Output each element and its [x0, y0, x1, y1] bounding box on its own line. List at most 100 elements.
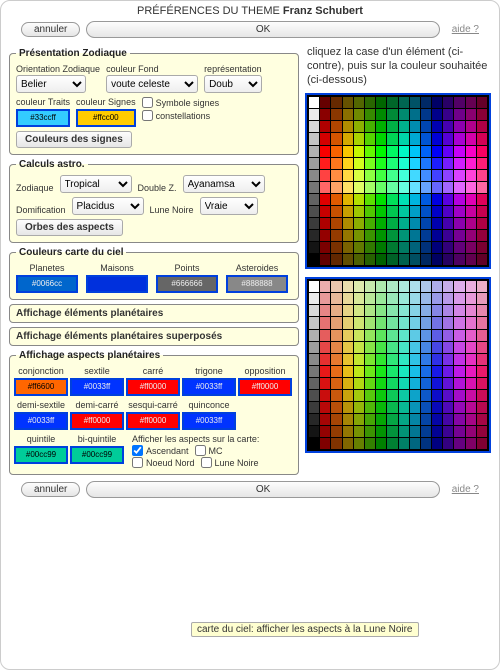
- palette-cell[interactable]: [432, 342, 442, 353]
- palette-cell[interactable]: [454, 402, 464, 413]
- orbes-button[interactable]: Orbes des aspects: [16, 219, 123, 236]
- palette-cell[interactable]: [309, 293, 319, 304]
- superposed-elements-banner[interactable]: Affichage éléments planétaires superposé…: [9, 327, 299, 346]
- palette-cell[interactable]: [343, 342, 353, 353]
- palette-cell[interactable]: [410, 121, 420, 132]
- palette-cell[interactable]: [399, 146, 409, 157]
- aspect-swatch[interactable]: #0033ff: [14, 412, 68, 430]
- palette-cell[interactable]: [421, 305, 431, 316]
- constellations-checkbox-row[interactable]: constellations: [142, 110, 220, 121]
- palette-cell[interactable]: [331, 281, 341, 292]
- palette-cell[interactable]: [399, 378, 409, 389]
- palette-cell[interactable]: [443, 242, 453, 253]
- palette-cell[interactable]: [410, 438, 420, 449]
- palette-cell[interactable]: [343, 242, 353, 253]
- palette-cell[interactable]: [320, 317, 330, 328]
- palette-cell[interactable]: [410, 354, 420, 365]
- palette-cell[interactable]: [320, 254, 330, 265]
- palette-cell[interactable]: [354, 218, 364, 229]
- palette-cell[interactable]: [376, 158, 386, 169]
- palette-cell[interactable]: [343, 170, 353, 181]
- palette-cell[interactable]: [320, 366, 330, 377]
- palette-cell[interactable]: [432, 206, 442, 217]
- cancel-button-bottom[interactable]: annuler: [21, 482, 80, 497]
- palette-cell[interactable]: [477, 121, 487, 132]
- palette-cell[interactable]: [387, 366, 397, 377]
- palette-cell[interactable]: [443, 194, 453, 205]
- palette-cell[interactable]: [365, 158, 375, 169]
- palette-cell[interactable]: [365, 342, 375, 353]
- palette-cell[interactable]: [421, 342, 431, 353]
- cancel-button[interactable]: annuler: [21, 22, 80, 37]
- palette-cell[interactable]: [466, 378, 476, 389]
- palette-cell[interactable]: [399, 438, 409, 449]
- palette-cell[interactable]: [477, 293, 487, 304]
- palette-cell[interactable]: [331, 390, 341, 401]
- palette-cell[interactable]: [410, 133, 420, 144]
- palette-cell[interactable]: [376, 354, 386, 365]
- palette-cell[interactable]: [343, 254, 353, 265]
- palette-cell[interactable]: [466, 305, 476, 316]
- palette-cell[interactable]: [477, 414, 487, 425]
- palette-cell[interactable]: [454, 426, 464, 437]
- palette-cell[interactable]: [443, 133, 453, 144]
- palette-cell[interactable]: [443, 230, 453, 241]
- palette-cell[interactable]: [477, 330, 487, 341]
- palette-cell[interactable]: [376, 305, 386, 316]
- palette-cell[interactable]: [432, 366, 442, 377]
- palette-cell[interactable]: [309, 390, 319, 401]
- palette-cell[interactable]: [477, 438, 487, 449]
- palette-cell[interactable]: [354, 230, 364, 241]
- palette-cell[interactable]: [320, 414, 330, 425]
- palette-cell[interactable]: [399, 390, 409, 401]
- palette-cell[interactable]: [354, 378, 364, 389]
- lune-select[interactable]: Vraie: [200, 197, 258, 215]
- palette-cell[interactable]: [309, 194, 319, 205]
- palette-cell[interactable]: [309, 121, 319, 132]
- palette-cell[interactable]: [331, 170, 341, 181]
- palette-cell[interactable]: [331, 194, 341, 205]
- palette-cell[interactable]: [343, 146, 353, 157]
- palette-cell[interactable]: [432, 414, 442, 425]
- palette-cell[interactable]: [421, 330, 431, 341]
- palette-cell[interactable]: [466, 146, 476, 157]
- palette-cell[interactable]: [343, 293, 353, 304]
- palette-cell[interactable]: [454, 230, 464, 241]
- palette-cell[interactable]: [410, 146, 420, 157]
- palette-cell[interactable]: [365, 254, 375, 265]
- palette-cell[interactable]: [343, 133, 353, 144]
- palette-cell[interactable]: [331, 378, 341, 389]
- palette-cell[interactable]: [466, 97, 476, 108]
- palette-cell[interactable]: [421, 97, 431, 108]
- palette-cell[interactable]: [320, 281, 330, 292]
- palette-cell[interactable]: [387, 378, 397, 389]
- palette-cell[interactable]: [320, 146, 330, 157]
- palette-cell[interactable]: [376, 206, 386, 217]
- palette-cell[interactable]: [331, 146, 341, 157]
- palette-cell[interactable]: [432, 354, 442, 365]
- palette-cell[interactable]: [443, 366, 453, 377]
- palette-cell[interactable]: [365, 330, 375, 341]
- palette-cell[interactable]: [410, 330, 420, 341]
- palette-cell[interactable]: [343, 206, 353, 217]
- palette-cell[interactable]: [376, 254, 386, 265]
- palette-cell[interactable]: [343, 426, 353, 437]
- palette-cell[interactable]: [331, 366, 341, 377]
- palette-cell[interactable]: [443, 109, 453, 120]
- ok-button[interactable]: OK: [86, 21, 439, 38]
- palette-cell[interactable]: [331, 109, 341, 120]
- help-link[interactable]: aide ?: [446, 24, 479, 35]
- palette-cell[interactable]: [354, 281, 364, 292]
- palette-cell[interactable]: [331, 121, 341, 132]
- palette-cell[interactable]: [365, 242, 375, 253]
- palette-cell[interactable]: [309, 366, 319, 377]
- aspect-swatch[interactable]: #0033ff: [182, 412, 236, 430]
- palette-cell[interactable]: [443, 293, 453, 304]
- palette-cell[interactable]: [309, 242, 319, 253]
- palette-cell[interactable]: [309, 378, 319, 389]
- ok-button-bottom[interactable]: OK: [86, 481, 439, 498]
- noeud-checkbox-row[interactable]: Noeud Nord: [132, 457, 195, 468]
- signs-swatch[interactable]: #ffcc00: [76, 109, 136, 127]
- palette-cell[interactable]: [376, 281, 386, 292]
- sky-swatch[interactable]: #666666: [156, 275, 218, 293]
